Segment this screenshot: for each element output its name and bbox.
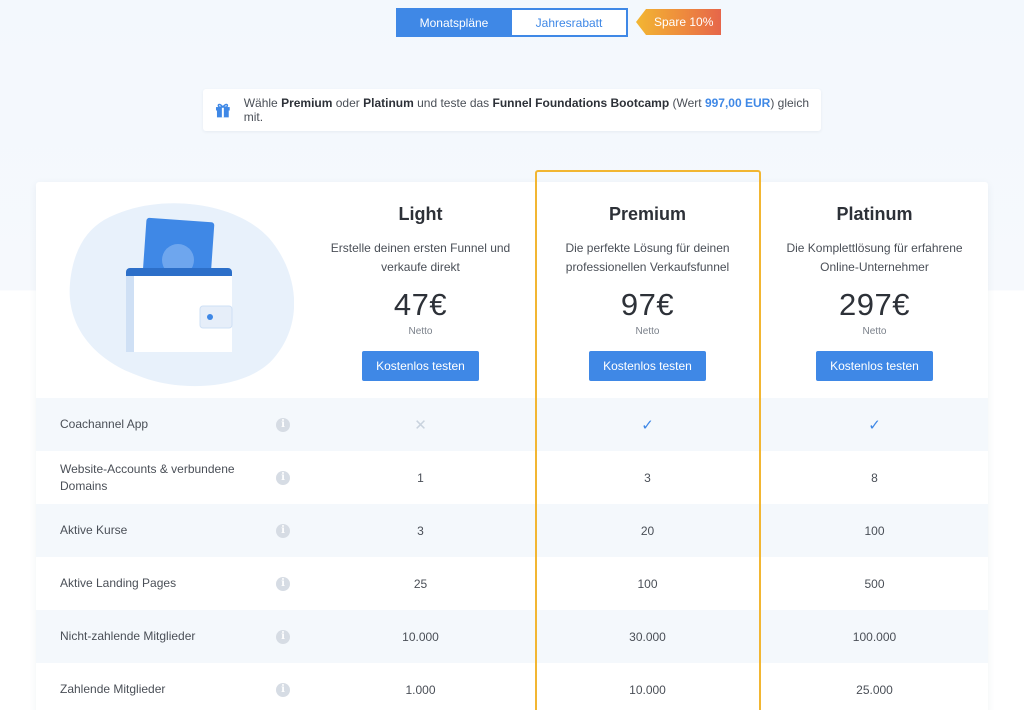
feature-label: Zahlende Mitglieder: [60, 682, 166, 696]
plan-description: Die perfekte Lösung für deinen professio…: [565, 241, 730, 274]
feature-rows: Coachannel App i ✕ ✓ ✓ Website-Accounts …: [36, 398, 988, 710]
feature-value: 10.000: [402, 629, 439, 644]
check-icon: ✓: [868, 416, 881, 434]
feature-value: 3: [644, 470, 651, 485]
feature-label: Nicht-zahlende Mitglieder: [60, 629, 196, 643]
check-icon: ✓: [641, 416, 654, 434]
light-try-button[interactable]: Kostenlos testen: [362, 351, 479, 381]
plan-price: 47€: [393, 287, 448, 322]
plan-name: Platinum: [836, 204, 913, 224]
plan-description: Die Komplettlösung für erfahrene Online-…: [786, 241, 963, 274]
feature-value: 10.000: [629, 682, 666, 697]
plan-name: Light: [398, 204, 443, 224]
feature-value: 1: [417, 470, 424, 485]
feature-value: 100.000: [852, 629, 897, 644]
discount-badge: Spare 10%: [636, 9, 721, 35]
plan-price-note: Netto: [862, 326, 887, 337]
plan-description: Erstelle deinen ersten Funnel und verkau…: [330, 241, 511, 274]
info-icon[interactable]: i: [276, 576, 290, 591]
gift-icon: [215, 103, 230, 118]
plan-price: 297€: [839, 287, 910, 322]
wallet-illustration: [69, 203, 294, 387]
feature-value: 25: [413, 576, 428, 591]
feature-row-landing-pages: Aktive Landing Pages i 25 100 500: [36, 557, 988, 610]
feature-row-paying-members: Zahlende Mitglieder i 1.000 10.000 25.00…: [36, 663, 988, 710]
feature-value: 500: [864, 576, 885, 591]
feature-value: 100: [637, 576, 658, 591]
feature-value: 25.000: [856, 682, 893, 697]
plan-platinum: Platinum Die Komplettlösung für erfahren…: [761, 182, 988, 381]
feature-value: 30.000: [629, 629, 666, 644]
plan-price-note: Netto: [408, 326, 433, 337]
info-icon[interactable]: i: [276, 682, 290, 697]
yearly-discount-tab[interactable]: Jahresrabatt: [512, 8, 628, 37]
plan-name: Premium: [608, 204, 687, 224]
plan-light: Light Erstelle deinen ersten Funnel und …: [307, 182, 534, 381]
feature-value: 100: [864, 523, 885, 538]
feature-row-free-members: Nicht-zahlende Mitglieder i 10.000 30.00…: [36, 610, 988, 663]
premium-try-button[interactable]: Kostenlos testen: [589, 351, 706, 381]
feature-label: Coachannel App: [60, 417, 149, 431]
info-icon[interactable]: i: [276, 417, 290, 432]
pricing-table: Light Erstelle deinen ersten Funnel und …: [36, 182, 988, 710]
platinum-try-button[interactable]: Kostenlos testen: [816, 351, 933, 381]
plan-premium: Premium Die perfekte Lösung für deinen p…: [534, 182, 761, 381]
feature-value: 1.000: [405, 682, 436, 697]
billing-toggle: Monatspläne Jahresrabatt: [396, 8, 628, 37]
feature-label: Aktive Kurse: [60, 523, 128, 537]
feature-row-coachannel-app: Coachannel App i ✕ ✓ ✓: [36, 398, 988, 451]
plan-price-note: Netto: [635, 326, 660, 337]
monthly-plans-tab[interactable]: Monatspläne: [396, 8, 512, 37]
promo-banner: Wähle Premium oder Platinum und teste da…: [203, 89, 821, 131]
promo-text: Wähle Premium oder Platinum und teste da…: [243, 96, 810, 124]
info-icon[interactable]: i: [276, 470, 290, 485]
feature-row-website-accounts: Website-Accounts & verbundene Domains i …: [36, 451, 988, 504]
info-icon[interactable]: i: [276, 629, 290, 644]
info-icon[interactable]: i: [276, 523, 290, 538]
plan-price: 97€: [620, 287, 675, 322]
feature-label: Website-Accounts & verbundene Domains: [60, 461, 235, 493]
feature-label: Aktive Landing Pages: [60, 576, 177, 590]
feature-value: 20: [640, 523, 655, 538]
feature-row-active-courses: Aktive Kurse i 3 20 100: [36, 504, 988, 557]
feature-value: 3: [417, 523, 424, 538]
cross-icon: ✕: [414, 416, 427, 434]
feature-value: 8: [871, 470, 878, 485]
